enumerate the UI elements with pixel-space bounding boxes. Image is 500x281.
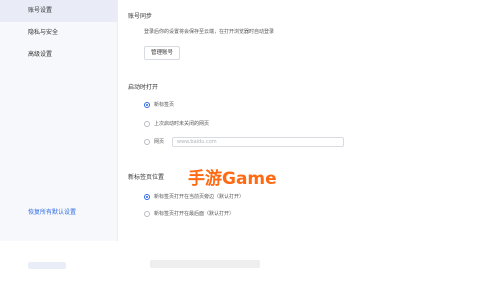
radio-icon bbox=[144, 139, 150, 145]
startup-option-last-session[interactable]: 上次启动时未关闭的网页 bbox=[144, 119, 209, 129]
section-title-startup: 启动时打开 bbox=[128, 84, 159, 91]
startup-option-label: 新标签页 bbox=[154, 102, 175, 108]
new-tab-option-last[interactable]: 新标签页打开在最后面（默认打开） bbox=[144, 209, 234, 219]
watermark-logo: 手游Game bbox=[188, 169, 277, 189]
sidebar-item-advanced[interactable]: 高级设置 bbox=[0, 44, 117, 66]
section-title-sync: 账号同步 bbox=[128, 13, 153, 20]
startup-url-input[interactable] bbox=[172, 137, 344, 147]
startup-option-new-tab[interactable]: 新标签页 bbox=[144, 100, 174, 110]
new-tab-option-adjacent[interactable]: 新标签页打开在当前页旁边（默认打开） bbox=[144, 192, 244, 202]
radio-icon bbox=[144, 211, 150, 217]
footer-bar bbox=[0, 242, 500, 281]
restore-defaults-link[interactable]: 恢复所有默认设置 bbox=[28, 207, 76, 216]
radio-selected-icon bbox=[144, 102, 150, 108]
sidebar-item-account[interactable]: 账号设置 bbox=[0, 0, 117, 22]
section-title-new-tab: 新标签页位置 bbox=[128, 174, 165, 181]
startup-option-label: 上次启动时未关闭的网页 bbox=[154, 121, 210, 127]
settings-content: 账号同步 登录后你的设置将会保存至云端，在打开浏览器时自动登录 管理账号 启动时… bbox=[118, 0, 500, 241]
new-tab-option-label: 新标签页打开在最后面（默认打开） bbox=[154, 211, 235, 217]
manage-account-button[interactable]: 管理账号 bbox=[144, 46, 181, 60]
footer-text-placeholder bbox=[150, 260, 260, 268]
startup-option-url[interactable]: 网页 bbox=[144, 137, 164, 147]
settings-sidebar: 账号设置 隐私与安全 高级设置 恢复所有默认设置 bbox=[0, 0, 118, 241]
sidebar-item-privacy[interactable]: 隐私与安全 bbox=[0, 22, 117, 44]
radio-icon bbox=[144, 121, 150, 127]
sync-description: 登录后你的设置将会保存至云端，在打开浏览器时自动登录 bbox=[144, 29, 275, 35]
footer-link-placeholder bbox=[28, 262, 66, 269]
new-tab-option-label: 新标签页打开在当前页旁边（默认打开） bbox=[154, 194, 245, 200]
startup-option-label: 网页 bbox=[154, 139, 165, 145]
radio-selected-icon bbox=[144, 194, 150, 200]
